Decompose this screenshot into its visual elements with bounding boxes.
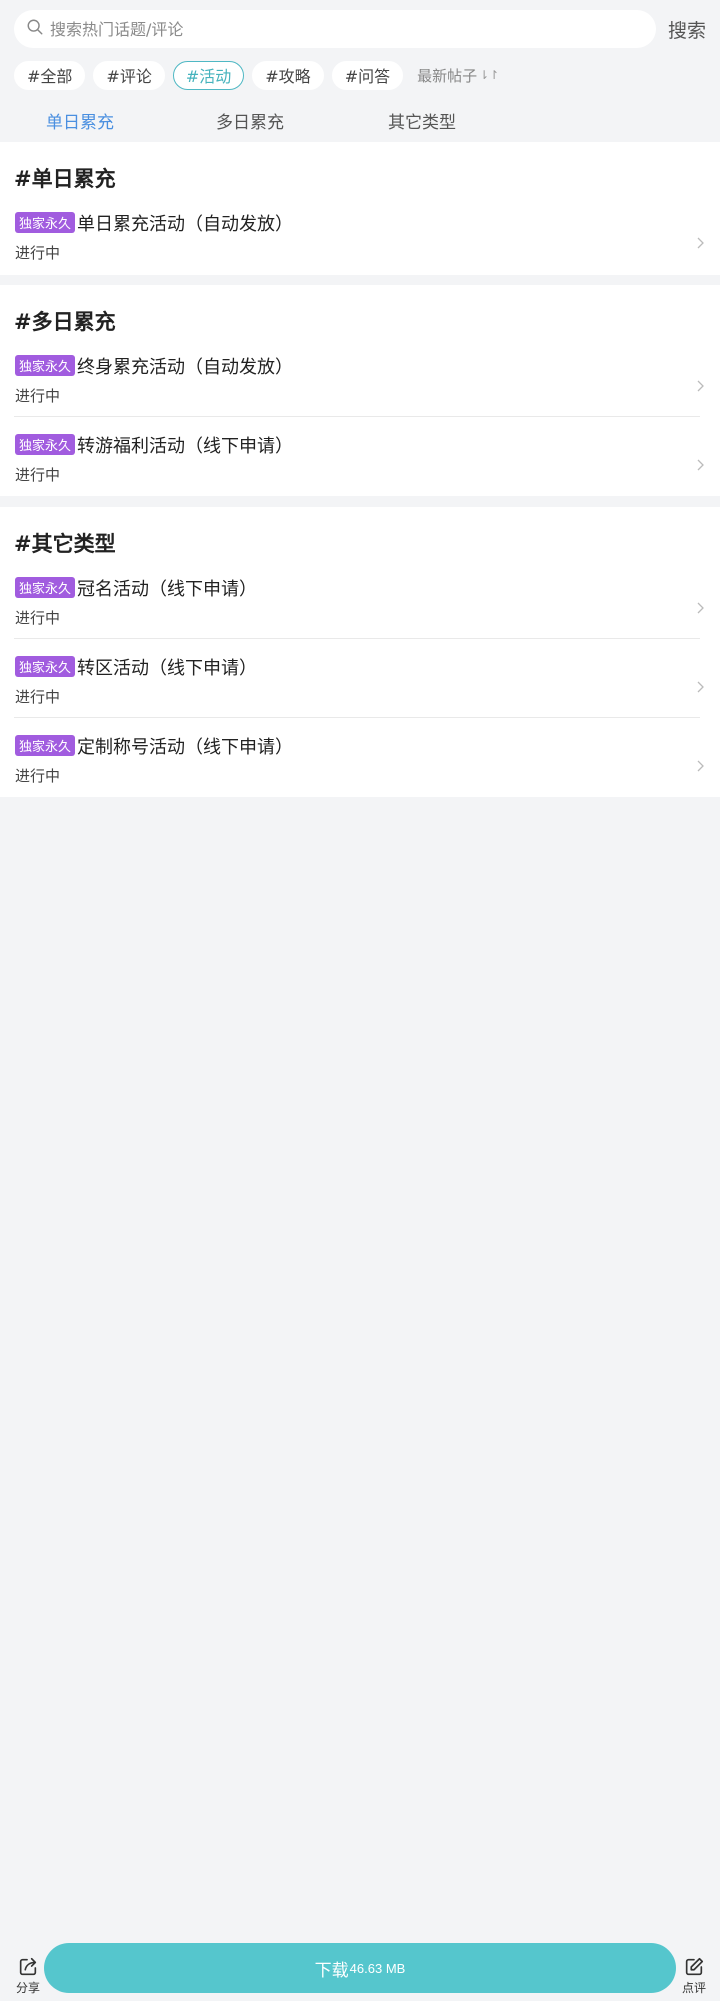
sort-toggle[interactable]: 最新帖子 ⇂↾ [417,65,499,86]
download-size: 46.63 MB [349,1960,406,1976]
category-tabs: 单日累充 多日累充 其它类型 [0,108,720,136]
search-input[interactable] [50,19,610,39]
search-box[interactable] [14,10,656,48]
divider [14,638,700,639]
list-item[interactable]: 独家永久 转区活动（线下申请） 进行中 [0,656,720,732]
item-status: 进行中 [15,767,61,785]
download-button[interactable]: 下载 46.63 MB [44,1943,676,1993]
section-single-day: #单日累充 独家永久 单日累充活动（自动发放） 进行中 [0,142,720,275]
section-other: #其它类型 独家永久 冠名活动（线下申请） 进行中 独家永久 转区活动（线下申请… [0,507,720,797]
chip-events[interactable]: #活动 [172,60,245,90]
item-title: 定制称号活动（线下申请） [77,737,293,758]
sort-label: 最新帖子 [417,66,478,85]
list-item[interactable]: 独家永久 终身累充活动（自动发放） 进行中 [0,355,720,431]
divider [14,717,700,718]
list-item[interactable]: 独家永久 转游福利活动（线下申请） 进行中 [0,434,720,510]
review-button[interactable]: 点评 [676,1956,712,1996]
review-label: 点评 [681,1981,706,1995]
share-label: 分享 [15,1981,40,1995]
topic-filter-chips: #全部 #评论 #活动 #攻略 #问答 最新帖子 ⇂↾ [14,59,499,91]
chevron-right-icon [697,602,704,614]
chip-qa[interactable]: #问答 [331,60,404,90]
exclusive-badge: 独家永久 [15,656,76,677]
page: 搜索 #全部 #评论 #活动 #攻略 #问答 最新帖子 ⇂↾ 单日累充 多日累充… [0,0,720,2001]
chevron-right-icon [697,380,704,392]
exclusive-badge: 独家永久 [15,355,76,376]
share-button[interactable]: 分享 [10,1956,46,1996]
exclusive-badge: 独家永久 [15,577,76,598]
section-multi-day: #多日累充 独家永久 终身累充活动（自动发放） 进行中 独家永久 转游福利活动（… [0,285,720,496]
divider [14,416,700,417]
section-title: #单日累充 [14,167,116,191]
chip-guides[interactable]: #攻略 [252,60,324,90]
search-button[interactable]: 搜索 [668,16,706,43]
tab-other[interactable]: 其它类型 [388,108,456,133]
exclusive-badge: 独家永久 [15,212,76,233]
share-icon [19,1957,37,1976]
item-status: 进行中 [15,688,61,706]
item-status: 进行中 [15,244,61,262]
list-item[interactable]: 独家永久 定制称号活动（线下申请） 进行中 [0,735,720,811]
exclusive-badge: 独家永久 [15,735,76,756]
item-title: 转区活动（线下申请） [77,658,257,679]
chevron-right-icon [697,681,704,693]
item-status: 进行中 [15,609,61,627]
item-status: 进行中 [15,387,61,405]
tab-multi-day[interactable]: 多日累充 [216,108,284,133]
section-title: #其它类型 [14,532,116,556]
item-title: 转游福利活动（线下申请） [77,436,293,457]
chevron-right-icon [697,760,704,772]
item-status: 进行中 [15,466,61,484]
item-title: 终身累充活动（自动发放） [77,357,293,378]
edit-icon [685,1957,704,1976]
bottom-action-bar: 分享 下载 46.63 MB 点评 [0,1940,720,2001]
tab-single-day[interactable]: 单日累充 [46,108,114,133]
chip-comments[interactable]: #评论 [93,60,165,90]
item-title: 冠名活动（线下申请） [77,579,257,600]
search-icon [26,18,44,40]
chip-all[interactable]: #全部 [14,60,86,90]
chevron-right-icon [697,459,704,471]
section-title: #多日累充 [14,310,116,334]
list-item[interactable]: 独家永久 单日累充活动（自动发放） 进行中 [0,212,720,288]
item-title: 单日累充活动（自动发放） [77,214,293,235]
list-item[interactable]: 独家永久 冠名活动（线下申请） 进行中 [0,577,720,653]
chevron-right-icon [697,237,704,249]
download-label: 下载 [314,1960,349,1980]
exclusive-badge: 独家永久 [15,434,76,455]
sort-arrows-icon: ⇂↾ [479,68,500,82]
search-row: 搜索 [14,10,706,50]
